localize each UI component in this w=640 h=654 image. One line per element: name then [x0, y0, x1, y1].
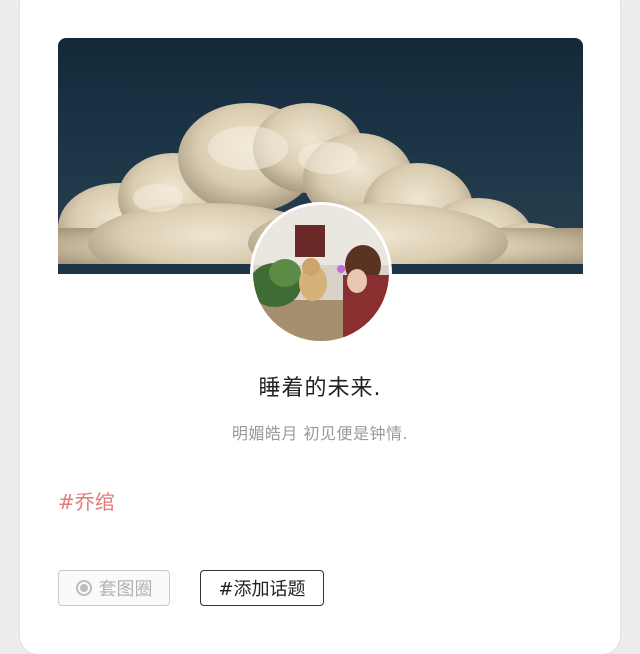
- radio-circle-icon: [75, 580, 92, 596]
- profile-card: 睡着的未来. 明媚皓月 初见便是钟情. #乔绾 套图圈 #添加话题: [20, 0, 620, 654]
- profile-name: 睡着的未来.: [258, 376, 382, 401]
- profile-bio: 明媚皓月 初见便是钟情.: [231, 424, 409, 443]
- hashtag-link[interactable]: #乔绾: [58, 486, 115, 515]
- circle-button[interactable]: 套图圈: [58, 570, 170, 606]
- circle-button-label: 套图圈: [98, 579, 153, 600]
- avatar[interactable]: [250, 202, 392, 344]
- add-topic-button[interactable]: #添加话题: [200, 570, 324, 606]
- add-topic-label: #添加话题: [218, 579, 306, 600]
